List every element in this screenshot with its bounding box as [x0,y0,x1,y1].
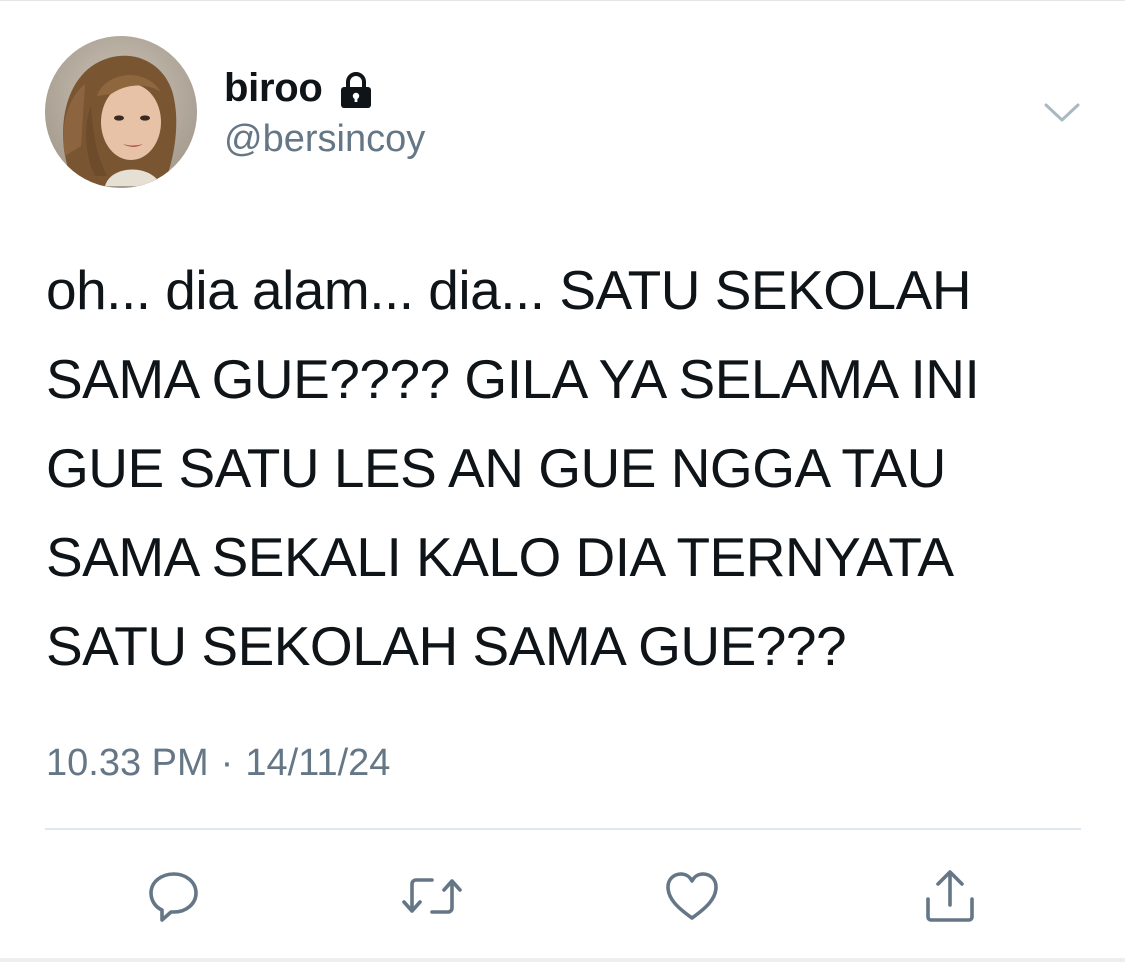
chevron-down-icon[interactable] [1043,100,1081,126]
share-icon [926,870,974,922]
retweet-button[interactable] [402,866,462,926]
tweet-text-line: SAMA GUE???? GILA YA SELAMA INI [46,348,980,410]
top-border [0,0,1125,1]
display-name[interactable]: biroo [224,66,323,111]
bottom-border [0,958,1125,962]
tweet-time[interactable]: 10.33 PM [46,742,209,785]
lock-icon [341,72,372,108]
share-button[interactable] [920,866,980,926]
avatar[interactable] [45,36,197,188]
tweet-text-line: SATU SEKOLAH SAMA GUE??? [46,615,847,677]
heart-icon [666,872,718,920]
like-button[interactable] [662,866,722,926]
retweet-icon [402,878,462,914]
author-name-row: biroo [224,64,376,112]
divider [45,828,1081,830]
tweet-text: oh... dia alam... dia... SATU SEKOLAH SA… [46,246,1086,691]
tweet-text-line: oh... dia alam... dia... SATU SEKOLAH [46,259,972,321]
tweet-text-line: SAMA SEKALI KALO DIA TERNYATA [46,526,954,588]
reply-icon [149,872,198,922]
user-handle[interactable]: @bersincoy [224,118,425,161]
tweet-text-line: GUE SATU LES AN GUE NGGA TAU [46,437,946,499]
tweet-meta: 10.33 PM · 14/11/24 [46,742,390,785]
reply-button[interactable] [144,866,204,926]
tweet-date[interactable]: 14/11/24 [245,742,390,785]
meta-separator: · [220,742,234,784]
